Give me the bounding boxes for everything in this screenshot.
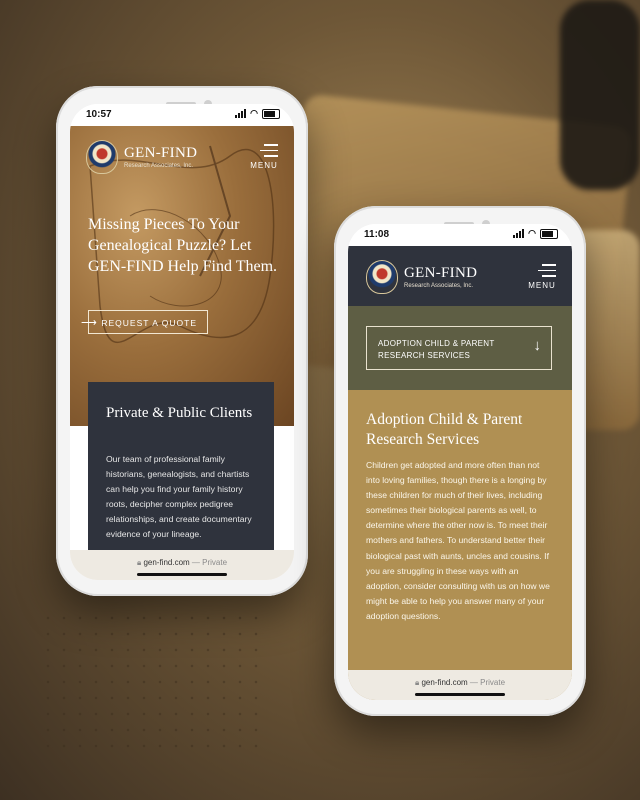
menu-label: MENU [250, 160, 278, 170]
menu-button[interactable]: MENU [250, 144, 278, 170]
url-text: gen-find.com [421, 678, 468, 687]
menu-button[interactable]: MENU [528, 264, 556, 290]
signal-icon [235, 109, 247, 118]
lock-icon: 🔒︎ [414, 678, 420, 687]
background-dot-pattern [40, 610, 270, 760]
phone-left-screen: 10:57 ◠ GEN-FIND Research Associates, In… [70, 104, 294, 580]
phone-right: 11:08 ◠ GEN-FIND Research Associates, In… [334, 206, 586, 716]
brand-subtitle: Research Associates, Inc. [404, 282, 474, 289]
brand-logo[interactable]: GEN-FIND Research Associates, Inc. [86, 140, 197, 174]
card-body: Our team of professional family historia… [106, 454, 252, 539]
hamburger-icon [250, 144, 278, 157]
clients-card: Private & Public Clients Our team of pro… [88, 382, 274, 562]
browser-url-bar[interactable]: 🔒︎ gen-find.com — Private [70, 550, 294, 580]
crest-icon [86, 140, 118, 174]
url-privacy: — Private [469, 678, 506, 687]
arrow-right-icon: ⟶ [81, 317, 98, 329]
request-quote-label: REQUEST A QUOTE [101, 318, 197, 328]
brand-logo[interactable]: GEN-FIND Research Associates, Inc. [366, 260, 477, 294]
status-time: 11:08 [364, 229, 390, 240]
dropdown-section: ADOPTION CHILD & PARENT RESEARCH SERVICE… [348, 306, 572, 390]
url-text: gen-find.com [143, 558, 190, 567]
card-title: Private & Public Clients [106, 405, 253, 421]
wifi-icon: ◠ [250, 108, 258, 118]
dropdown-label: ADOPTION CHILD & PARENT RESEARCH SERVICE… [378, 339, 495, 360]
phone-right-screen: 11:08 ◠ GEN-FIND Research Associates, In… [348, 224, 572, 700]
status-bar: 10:57 ◠ [70, 104, 294, 126]
lock-icon: 🔒︎ [136, 558, 142, 567]
background-jar [560, 0, 640, 190]
site-header: GEN-FIND Research Associates, Inc. MENU [348, 246, 572, 306]
url-privacy: — Private [191, 558, 228, 567]
browser-url-bar[interactable]: 🔒︎ gen-find.com — Private [348, 670, 572, 700]
brand-title: GEN-FIND [124, 144, 198, 161]
arrow-down-icon: ↓ [533, 337, 542, 354]
section-body: Children get adopted and more often than… [366, 460, 550, 621]
hamburger-icon [528, 264, 556, 277]
signal-icon [513, 229, 525, 238]
content-section: Adoption Child & Parent Research Service… [348, 390, 572, 700]
status-time: 10:57 [86, 109, 112, 120]
service-dropdown[interactable]: ADOPTION CHILD & PARENT RESEARCH SERVICE… [366, 326, 552, 370]
menu-label: MENU [528, 280, 556, 290]
phone-left: 10:57 ◠ GEN-FIND Research Associates, In… [56, 86, 308, 596]
request-quote-button[interactable]: ⟶ REQUEST A QUOTE [81, 310, 208, 334]
crest-icon [366, 260, 398, 294]
brand-title: GEN-FIND [404, 264, 478, 281]
battery-icon [540, 228, 558, 239]
hero-heading: Missing Pieces To Your Genealogical Puzz… [88, 216, 278, 275]
home-indicator[interactable] [137, 573, 227, 576]
status-bar: 11:08 ◠ [348, 224, 572, 246]
home-indicator[interactable] [415, 693, 505, 696]
section-title: Adoption Child & Parent Research Service… [366, 411, 523, 448]
brand-subtitle: Research Associates, Inc. [124, 162, 194, 169]
wifi-icon: ◠ [528, 228, 536, 238]
battery-icon [262, 108, 280, 119]
hero-section: GEN-FIND Research Associates, Inc. MENU … [70, 126, 294, 426]
